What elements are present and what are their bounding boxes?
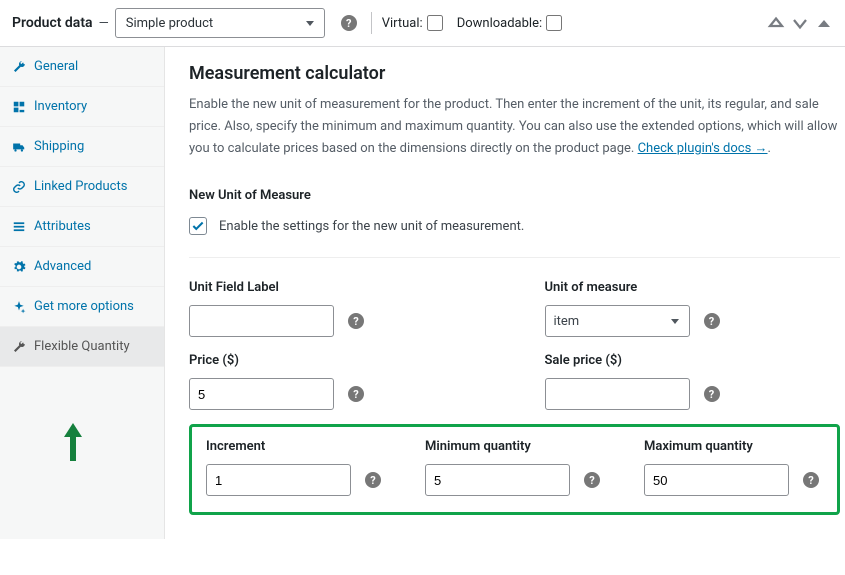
description-after: .	[768, 141, 771, 156]
tab-shipping[interactable]: Shipping	[0, 127, 164, 167]
field-unit-field-label: Unit Field Label ?	[189, 280, 485, 337]
field-label: Unit Field Label	[189, 280, 485, 295]
field-label: Maximum quantity	[644, 439, 823, 454]
link-icon	[12, 180, 26, 194]
downloadable-option[interactable]: Downloadable:	[457, 15, 562, 31]
virtual-option[interactable]: Virtual:	[382, 15, 443, 31]
help-icon[interactable]: ?	[348, 313, 364, 329]
field-max-qty: Maximum quantity ?	[644, 439, 823, 496]
content-heading: Measurement calculator	[189, 63, 840, 84]
field-min-qty: Minimum quantity ?	[425, 439, 604, 496]
content-description: Enable the new unit of measurement for t…	[189, 94, 840, 160]
field-sale-price: Sale price ($) ?	[545, 353, 841, 410]
field-increment: Increment ?	[206, 439, 385, 496]
product-data-tabs: General Inventory Shipping Linked Produc…	[0, 47, 165, 539]
collapse-icon[interactable]	[815, 14, 833, 32]
highlighted-fields: Increment ? Minimum quantity ? Maximum q…	[189, 424, 840, 515]
field-label: Sale price ($)	[545, 353, 841, 368]
tab-label: Flexible Quantity	[34, 339, 130, 354]
help-icon[interactable]: ?	[584, 472, 600, 488]
help-icon[interactable]: ?	[704, 313, 720, 329]
unit-of-measure-select[interactable]: item	[545, 305, 690, 337]
help-icon[interactable]: ?	[803, 472, 819, 488]
price-input[interactable]	[189, 378, 334, 410]
tab-label: Shipping	[34, 139, 84, 154]
tab-linked-products[interactable]: Linked Products	[0, 167, 164, 207]
field-price: Price ($) ?	[189, 353, 485, 410]
enable-row: Enable the settings for the new unit of …	[189, 217, 840, 258]
wrench-icon	[12, 60, 26, 74]
product-data-header: Product data — Simple product ? Virtual:…	[0, 0, 845, 47]
tab-label: General	[34, 59, 78, 74]
truck-icon	[12, 140, 26, 154]
tab-label: Attributes	[34, 219, 91, 234]
main-layout: General Inventory Shipping Linked Produc…	[0, 47, 845, 539]
panel-title: Product data	[12, 15, 93, 31]
inventory-icon	[12, 100, 26, 114]
downloadable-label: Downloadable:	[457, 16, 542, 31]
product-type-value: Simple product	[126, 16, 213, 31]
gear-icon	[12, 260, 26, 274]
tab-label: Advanced	[34, 259, 91, 274]
move-up-icon[interactable]	[767, 14, 785, 32]
tab-label: Inventory	[34, 99, 87, 114]
tab-get-more-options[interactable]: Get more options	[0, 287, 164, 327]
docs-link[interactable]: Check plugin's docs →	[638, 141, 768, 156]
tab-label: Linked Products	[34, 179, 127, 194]
min-qty-input[interactable]	[425, 464, 570, 496]
downloadable-checkbox[interactable]	[546, 15, 562, 31]
enable-label: Enable the settings for the new unit of …	[219, 219, 524, 234]
tab-label: Get more options	[34, 299, 134, 314]
product-type-select[interactable]: Simple product	[115, 8, 325, 38]
unit-field-label-input[interactable]	[189, 305, 334, 337]
field-unit-of-measure: Unit of measure item ?	[545, 280, 841, 337]
help-icon[interactable]: ?	[365, 472, 381, 488]
list-icon	[12, 220, 26, 234]
virtual-label: Virtual:	[382, 16, 423, 31]
field-label: Increment	[206, 439, 385, 454]
section-label-new-unit: New Unit of Measure	[189, 188, 840, 203]
tab-attributes[interactable]: Attributes	[0, 207, 164, 247]
field-label: Unit of measure	[545, 280, 841, 295]
field-label: Minimum quantity	[425, 439, 604, 454]
sale-price-input[interactable]	[545, 378, 690, 410]
tab-flexible-quantity[interactable]: Flexible Quantity	[0, 327, 164, 367]
max-qty-input[interactable]	[644, 464, 789, 496]
form-grid-top: Unit Field Label ? Unit of measure item …	[189, 280, 840, 410]
virtual-checkbox[interactable]	[427, 15, 443, 31]
sparkle-icon	[12, 300, 26, 314]
select-value: item	[554, 314, 580, 329]
tab-advanced[interactable]: Advanced	[0, 247, 164, 287]
move-down-icon[interactable]	[791, 14, 809, 32]
divider	[371, 12, 372, 34]
help-icon[interactable]: ?	[704, 386, 720, 402]
increment-input[interactable]	[206, 464, 351, 496]
field-label: Price ($)	[189, 353, 485, 368]
title-dash: —	[99, 16, 109, 31]
tab-inventory[interactable]: Inventory	[0, 87, 164, 127]
header-controls	[767, 14, 833, 32]
wrench-icon	[12, 340, 26, 354]
help-icon[interactable]: ?	[348, 386, 364, 402]
help-icon[interactable]: ?	[341, 15, 357, 31]
tab-general[interactable]: General	[0, 47, 164, 87]
tab-content: Measurement calculator Enable the new un…	[165, 47, 845, 539]
enable-checkbox[interactable]	[189, 217, 207, 235]
